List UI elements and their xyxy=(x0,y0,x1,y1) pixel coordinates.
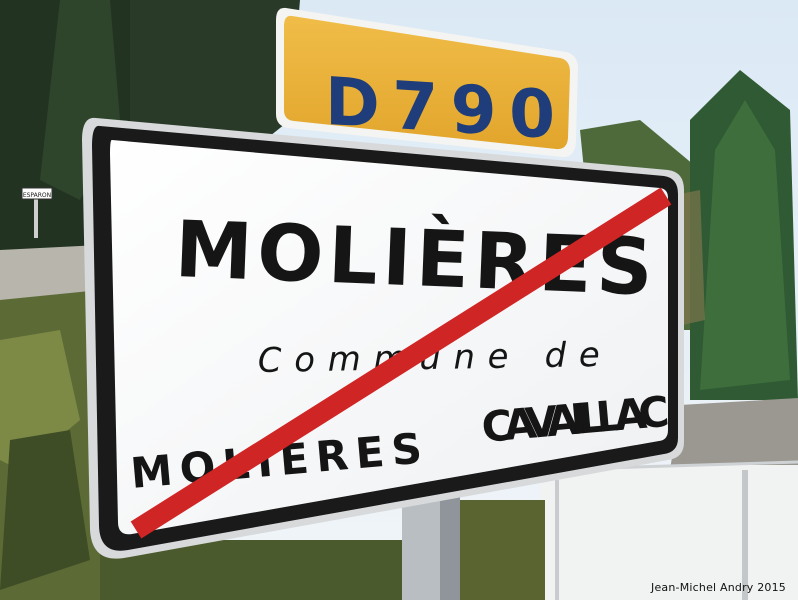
small-sign-text: ESPARON xyxy=(23,192,51,199)
photo-scene: ESPARON D790 MOLIÈRES Commune de MOLIÈRE… xyxy=(0,0,798,600)
stone-wall xyxy=(670,398,798,470)
photo-credit: Jean-Michel Andry 2015 xyxy=(651,581,786,594)
white-building xyxy=(540,465,798,600)
photo-frame: ESPARON D790 MOLIÈRES Commune de MOLIÈRE… xyxy=(0,0,798,600)
